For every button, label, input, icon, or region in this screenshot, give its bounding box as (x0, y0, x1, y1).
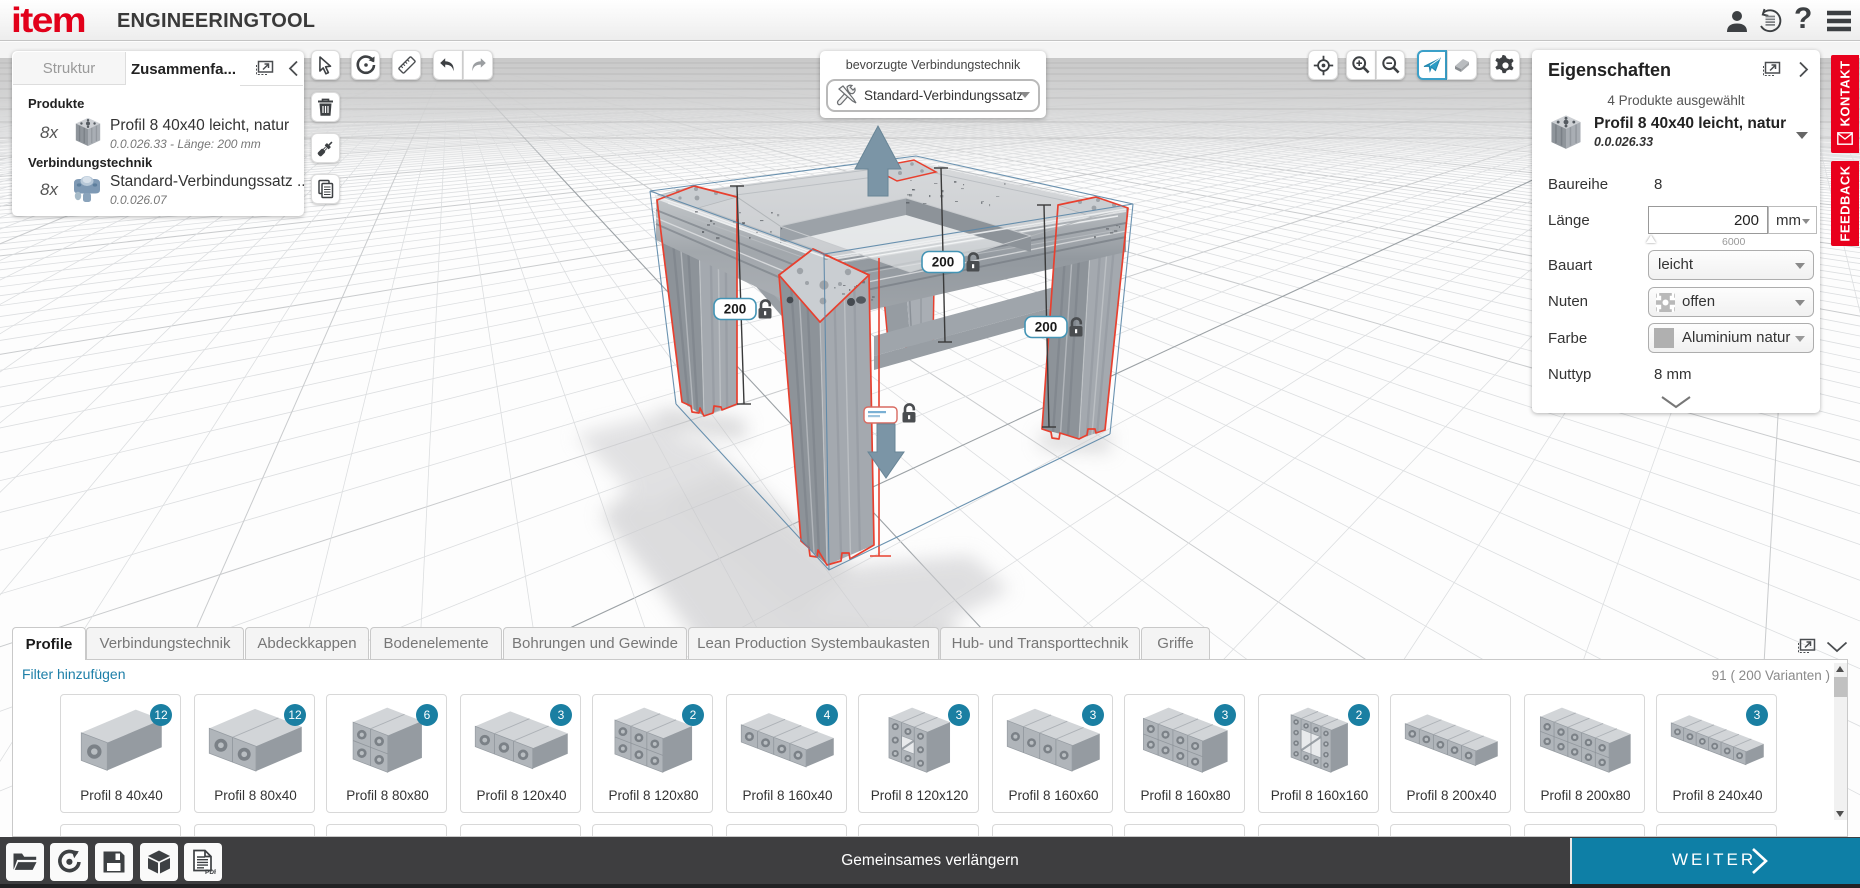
svg-text:200: 200 (932, 255, 955, 270)
svg-text:200: 200 (724, 302, 747, 317)
svg-text:PDF: PDF (205, 869, 216, 875)
svg-text:200: 200 (1035, 320, 1058, 335)
